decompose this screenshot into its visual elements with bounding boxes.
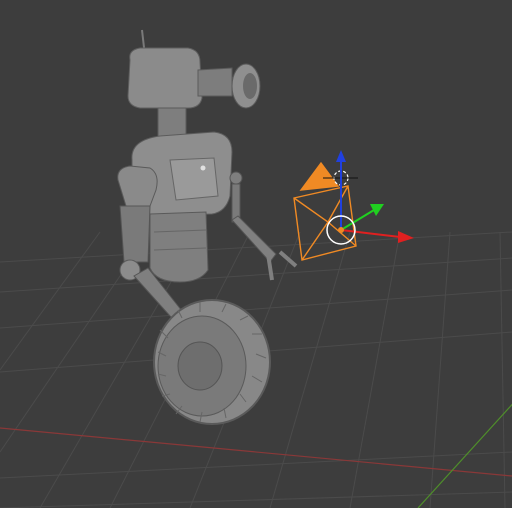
robot-left-shoulder — [117, 165, 158, 207]
viewport-canvas[interactable] — [0, 0, 512, 508]
robot-chest-plate — [169, 157, 219, 201]
robot-lens-barrel — [197, 67, 233, 97]
robot-wheel-hub — [177, 341, 223, 391]
robot-lens-inner — [243, 73, 257, 99]
robot-head[interactable] — [127, 47, 203, 109]
robot-left-upper-arm — [119, 205, 151, 263]
robot-right-shoulder — [229, 171, 243, 185]
robot-chest-light — [200, 165, 206, 171]
robot-neck — [157, 107, 187, 139]
object-origin-dot — [338, 227, 344, 233]
3d-viewport[interactable] — [0, 0, 512, 508]
robot-abdomen — [149, 211, 209, 283]
